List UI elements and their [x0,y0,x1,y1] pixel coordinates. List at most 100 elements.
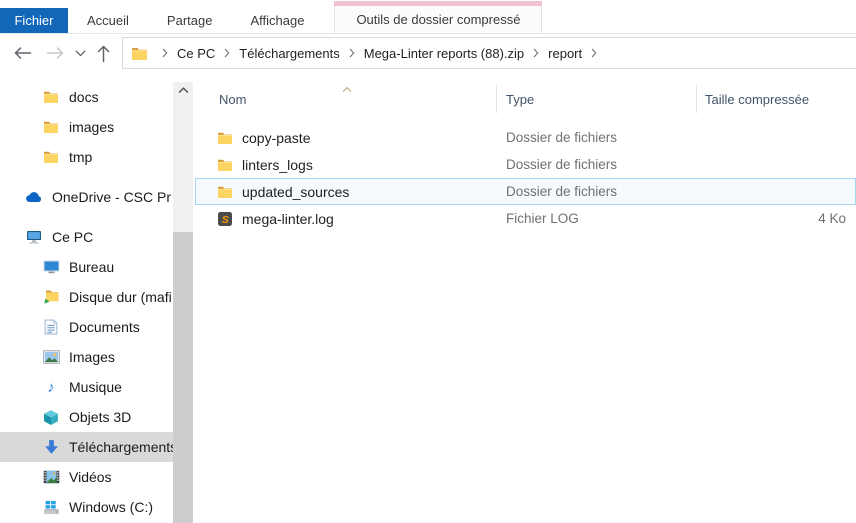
file-menu-tab[interactable]: Fichier [0,8,68,33]
sidebar-item-images[interactable]: Images [0,342,173,372]
sidebar-item-vid-os[interactable]: Vidéos [0,462,173,492]
breadcrumb-item[interactable]: Mega-Linter reports (88).zip [362,46,526,61]
file-name: linters_logs [242,157,313,173]
folder-icon [131,46,148,61]
sidebar-item-windows-c[interactable]: Windows (C:) [0,492,173,522]
sidebar-item-bureau[interactable]: Bureau [0,252,173,282]
file-type-cell: Dossier de fichiers [497,184,697,199]
sidebar-scrollbar[interactable] [173,82,193,523]
folder-icon [42,90,60,104]
sidebar-item-label: OneDrive - CSC Pr [52,189,171,205]
file-name-cell: updated_sources [196,184,497,200]
breadcrumb-item[interactable]: report [546,46,584,61]
onedrive-cloud-icon [25,191,43,203]
table-row[interactable]: linters_logsDossier de fichiers [195,151,856,178]
sidebar-item-musique[interactable]: ♪ Musique [0,372,173,402]
computer-icon [25,230,43,245]
folder-icon [42,120,60,134]
svg-text:S: S [222,214,229,226]
sidebar-item-label: Documents [69,319,140,335]
file-name-cell: linters_logs [196,157,497,173]
breadcrumb-chevron-icon[interactable] [217,48,237,58]
scrollbar-thumb[interactable] [173,232,193,523]
breadcrumb: Ce PC Téléchargements Mega-Linter reports … [155,46,604,61]
sidebar-item-label: Téléchargements [69,439,173,455]
desktop-icon [42,260,60,274]
sidebar-item-label: Vidéos [69,469,112,485]
sidebar-item-label: Ce PC [52,229,93,245]
forward-arrow-icon[interactable] [46,46,65,60]
sidebar-item-label: Images [69,349,115,365]
sidebar-item-label: Objets 3D [69,409,131,425]
file-name-cell: Smega-linter.log [196,211,497,227]
table-row[interactable]: Smega-linter.logFichier LOG4 Ko [195,205,856,232]
download-arrow-icon [42,439,60,455]
file-type-cell: Fichier LOG [497,211,697,226]
sidebar-item-tmp[interactable]: tmp [0,142,173,172]
sidebar-item-label: tmp [69,149,92,165]
file-size-cell: 4 Ko [697,211,855,226]
ribbon-tab-partage[interactable]: Partage [148,8,232,33]
column-header-size-label: Taille compressée [705,92,809,107]
column-header-type[interactable]: Type [497,85,697,113]
music-note-icon: ♪ [42,380,60,395]
folder-icon [217,131,233,145]
ribbon-tabstrip: Fichier AccueilPartageAffichage Outils d… [0,0,856,34]
ribbon-tab-affichage[interactable]: Affichage [231,8,323,33]
sidebar-item-ce-pc[interactable]: Ce PC [0,222,173,252]
sidebar-item-label: Musique [69,379,122,395]
column-header-name-label: Nom [219,92,246,107]
scrollbar-up-icon[interactable] [173,82,193,99]
picture-icon [42,350,60,364]
sidebar-item-label: Windows (C:) [69,499,153,515]
table-row[interactable]: updated_sources Dossier de fichiers [195,178,856,205]
folder-icon [217,158,233,172]
breadcrumb-chevron-icon[interactable] [342,48,362,58]
sidebar-item-disque-dur-mafi[interactable]: Disque dur (mafi [0,282,173,312]
column-header-type-label: Type [506,92,534,107]
file-name: updated_sources [242,184,349,200]
sidebar-item-objets-3d[interactable]: Objets 3D [0,402,173,432]
column-header-name[interactable]: Nom [195,85,497,113]
sidebar-item-label: docs [69,89,99,105]
file-rows: copy-pasteDossier de fichierslinters_log… [195,124,856,232]
navigation-tree: docs images tmp OneDrive - CSC Pr Ce PC Burea… [0,82,173,522]
breadcrumb-chevron-icon[interactable] [155,48,175,58]
sidebar-item-t-l-chargements[interactable]: Téléchargements [0,432,173,462]
sidebar-item-documents[interactable]: Documents [0,312,173,342]
windows-drive-icon [42,500,60,515]
sidebar-item-label: images [69,119,114,135]
file-name-cell: copy-paste [196,130,497,146]
folder-icon [217,185,233,199]
up-arrow-icon[interactable] [96,44,111,63]
file-list-pane: Nom Type Taille compressée copy-pasteDos… [195,80,856,523]
column-headers: Nom Type Taille compressée [195,85,856,113]
breadcrumb-chevron-icon[interactable] [526,48,546,58]
log-file-icon: S [217,211,233,227]
breadcrumb-item[interactable]: Téléchargements [237,46,341,61]
document-icon [42,319,60,335]
file-name: mega-linter.log [242,211,334,227]
ribbon-tab-accueil[interactable]: Accueil [68,8,148,33]
chevron-down-icon[interactable] [75,50,86,57]
sidebar-item-onedrive-csc-pr[interactable]: OneDrive - CSC Pr [0,182,173,212]
video-film-icon [42,470,60,484]
file-type-cell: Dossier de fichiers [497,130,697,145]
sidebar-item-images[interactable]: images [0,112,173,142]
sidebar-item-docs[interactable]: docs [0,82,173,112]
folder-icon [42,150,60,164]
navigation-bar: Ce PC Téléchargements Mega-Linter reports … [0,36,856,70]
ribbon-tab-list: AccueilPartageAffichage [68,8,323,33]
column-header-size[interactable]: Taille compressée [697,85,856,113]
shared-disk-icon [42,289,60,305]
navigation-pane: docs images tmp OneDrive - CSC Pr Ce PC Burea… [0,80,195,523]
address-bar[interactable]: Ce PC Téléchargements Mega-Linter reports … [122,37,856,69]
back-arrow-icon[interactable] [13,46,32,60]
breadcrumb-chevron-icon[interactable] [584,48,604,58]
cube-3d-icon [42,409,60,426]
breadcrumb-item[interactable]: Ce PC [175,46,217,61]
sort-ascending-icon [341,86,353,93]
contextual-tab-compressed-folder-tools[interactable]: Outils de dossier compressé [334,5,542,33]
table-row[interactable]: copy-pasteDossier de fichiers [195,124,856,151]
sidebar-item-label: Bureau [69,259,114,275]
